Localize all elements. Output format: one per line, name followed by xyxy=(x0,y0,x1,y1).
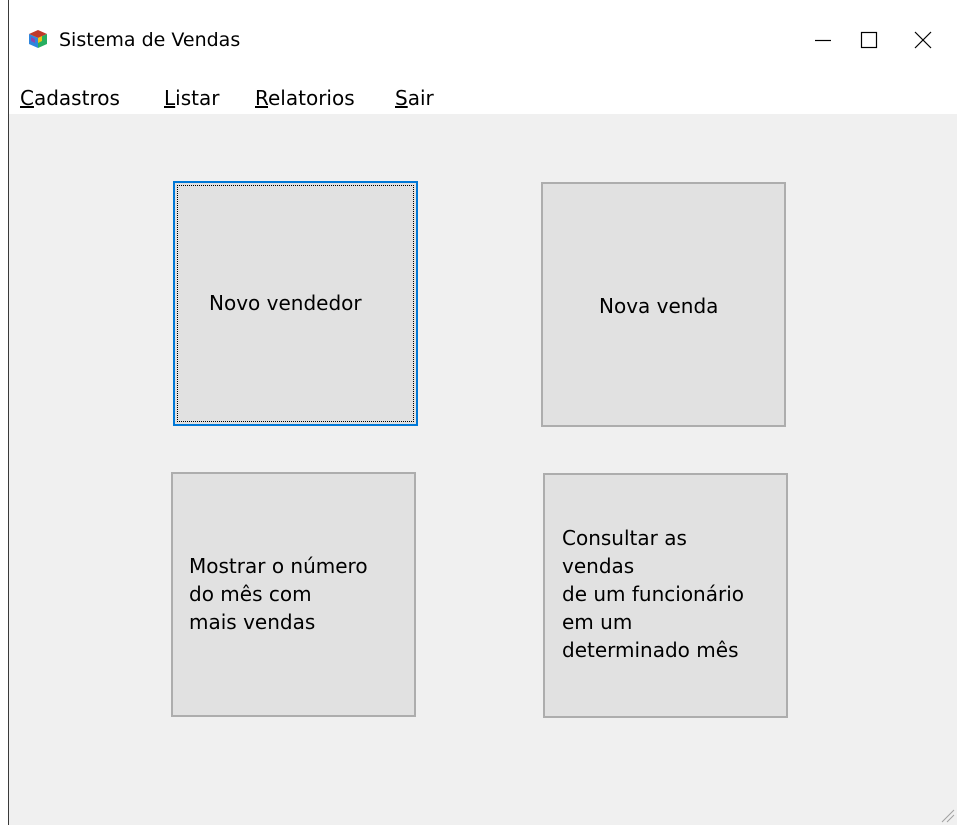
nova-venda-button[interactable]: Nova venda xyxy=(541,182,786,427)
menu-label: elatorios xyxy=(268,86,355,110)
cube-icon xyxy=(29,30,47,48)
consultar-vendas-button[interactable]: Consultar as vendas de um funcionário em… xyxy=(543,473,788,718)
menu-accelerator: S xyxy=(395,86,408,110)
menu-label: air xyxy=(407,86,434,110)
close-icon xyxy=(914,31,932,49)
consultar-vendas-label: Consultar as vendas de um funcionário em… xyxy=(562,526,745,662)
menu-relatorios[interactable]: Relatorios xyxy=(255,82,355,114)
main-window: Sistema de Vendas Cadastros Listar Relat… xyxy=(8,0,957,825)
menu-label: istar xyxy=(175,86,220,110)
window-title: Sistema de Vendas xyxy=(59,29,241,51)
resize-grip-icon[interactable] xyxy=(939,807,955,823)
mostrar-mes-label: Mostrar o número do mês com mais vendas xyxy=(189,554,368,634)
minimize-icon xyxy=(815,39,831,42)
close-button[interactable] xyxy=(893,10,953,70)
menu-bar: Cadastros Listar Relatorios Sair xyxy=(9,82,957,114)
client-area: Novo vendedor Nova venda Mostrar o númer… xyxy=(9,114,957,825)
menu-sair[interactable]: Sair xyxy=(395,82,434,114)
novo-vendedor-button[interactable]: Novo vendedor xyxy=(173,181,418,426)
menu-label: adastros xyxy=(33,86,120,110)
maximize-icon xyxy=(860,31,878,49)
menu-accelerator: L xyxy=(164,86,176,110)
menu-accelerator: C xyxy=(20,86,34,110)
title-bar[interactable]: Sistema de Vendas xyxy=(9,0,957,82)
nova-venda-label: Nova venda xyxy=(599,294,719,318)
mostrar-mes-button[interactable]: Mostrar o número do mês com mais vendas xyxy=(171,472,416,717)
menu-cadastros[interactable]: Cadastros xyxy=(20,82,120,114)
menu-listar[interactable]: Listar xyxy=(164,82,219,114)
maximize-button[interactable] xyxy=(839,10,899,70)
novo-vendedor-label: Novo vendedor xyxy=(209,291,362,315)
menu-accelerator: R xyxy=(255,86,268,110)
